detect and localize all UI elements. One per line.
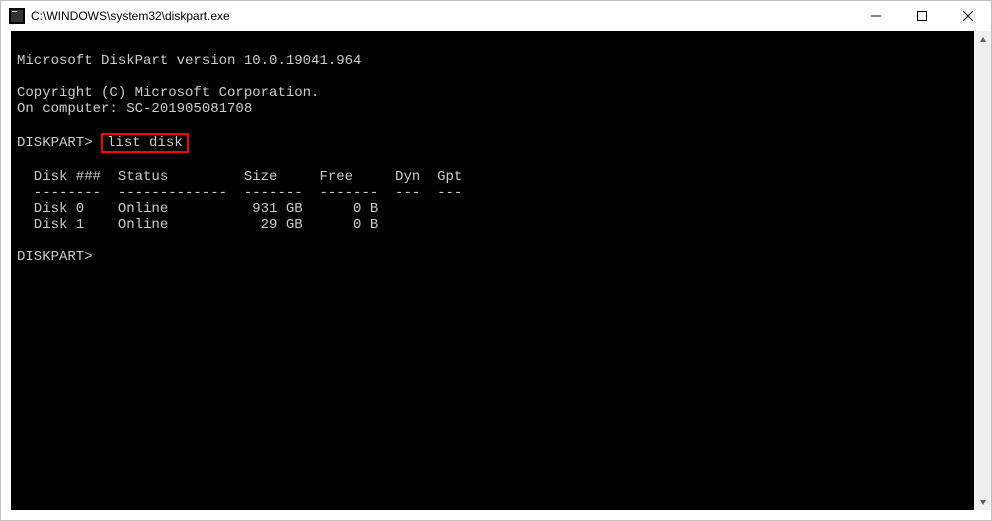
app-icon xyxy=(9,8,25,24)
prompt-prefix: DISKPART> xyxy=(17,135,93,151)
minimize-button[interactable] xyxy=(853,1,899,31)
content-area: Microsoft DiskPart version 10.0.19041.96… xyxy=(1,31,991,520)
prompt-line: DISKPART> list disk xyxy=(17,133,974,153)
copyright-line: Copyright (C) Microsoft Corporation. xyxy=(17,85,974,101)
table-separator: -------- ------------- ------- ------- -… xyxy=(17,185,974,201)
window-controls xyxy=(853,1,991,31)
titlebar[interactable]: C:\WINDOWS\system32\diskpart.exe xyxy=(1,1,991,31)
table-row: Disk 1 Online 29 GB 0 B xyxy=(17,217,974,233)
table-header: Disk ### Status Size Free Dyn Gpt xyxy=(17,169,974,185)
blank-line xyxy=(17,69,974,85)
maximize-button[interactable] xyxy=(899,1,945,31)
console-window: C:\WINDOWS\system32\diskpart.exe Microso… xyxy=(0,0,992,521)
blank-line xyxy=(17,117,974,133)
version-line: Microsoft DiskPart version 10.0.19041.96… xyxy=(17,53,974,69)
scroll-down-button[interactable] xyxy=(974,493,991,510)
window-title: C:\WINDOWS\system32\diskpart.exe xyxy=(31,9,230,23)
table-row: Disk 0 Online 931 GB 0 B xyxy=(17,201,974,217)
blank-line xyxy=(17,37,974,53)
computer-line: On computer: SC-201905081708 xyxy=(17,101,974,117)
scroll-up-button[interactable] xyxy=(974,31,991,48)
close-button[interactable] xyxy=(945,1,991,31)
console-output[interactable]: Microsoft DiskPart version 10.0.19041.96… xyxy=(11,31,974,510)
blank-line xyxy=(17,153,974,169)
command-text: list disk xyxy=(107,135,183,151)
command-highlight: list disk xyxy=(101,133,189,153)
vertical-scrollbar[interactable] xyxy=(974,31,991,510)
scrollbar-track[interactable] xyxy=(974,48,991,493)
prompt-line: DISKPART> xyxy=(17,249,974,265)
blank-line xyxy=(17,233,974,249)
